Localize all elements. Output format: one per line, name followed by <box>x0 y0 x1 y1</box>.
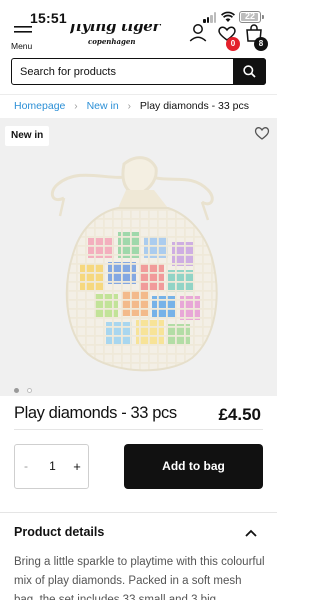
gallery-dot[interactable] <box>27 388 33 393</box>
gallery-pagination <box>14 380 36 393</box>
increase-quantity-button[interactable]: + <box>66 445 88 488</box>
decrease-quantity-button[interactable]: - <box>15 445 37 488</box>
breadcrumb-current: Play diamonds - 33 pcs <box>139 100 249 112</box>
signal-icon <box>203 12 217 23</box>
chevron-up-icon[interactable] <box>245 529 257 537</box>
menu-icon[interactable] <box>14 24 32 36</box>
menu-label[interactable]: Menu <box>11 41 32 51</box>
product-photo <box>50 156 218 372</box>
search-bar <box>11 58 266 85</box>
new-in-badge: New in <box>5 126 50 146</box>
quantity-value[interactable]: 1 <box>37 445 68 488</box>
logo-wordmark: flying tiger <box>70 24 161 35</box>
search-input[interactable] <box>20 62 230 81</box>
header-divider <box>0 94 277 95</box>
favourites-count-badge: 0 <box>226 37 240 51</box>
chevron-right-icon: › <box>74 101 78 112</box>
add-to-bag-button[interactable]: Add to bag <box>124 444 263 489</box>
divider <box>0 512 277 513</box>
logo-subline: copenhagen <box>88 37 136 46</box>
breadcrumb-homepage[interactable]: Homepage <box>14 100 65 112</box>
quantity-stepper: - 1 + <box>14 444 89 489</box>
product-details-text: Bring a little sparkle to playtime with … <box>14 556 265 600</box>
breadcrumb-new-in[interactable]: New in <box>87 100 119 112</box>
site-header: Menu flying tiger copenhagen 0 8 <box>0 24 277 54</box>
brand-logo[interactable]: flying tiger copenhagen <box>70 24 162 52</box>
breadcrumb: Homepage › New in › Play diamonds - 33 p… <box>14 100 249 114</box>
product-price: £4.50 <box>218 405 261 424</box>
bag-count-badge: 8 <box>254 37 268 51</box>
chevron-right-icon: › <box>127 101 131 112</box>
product-title: Play diamonds - 33 pcs <box>14 404 177 422</box>
search-icon <box>243 65 256 78</box>
user-icon[interactable] <box>189 24 207 44</box>
product-details-heading[interactable]: Product details <box>14 525 104 539</box>
divider <box>14 429 263 430</box>
battery-level: 22 <box>244 11 255 21</box>
gallery-dot-active[interactable] <box>14 388 19 393</box>
search-button[interactable] <box>233 58 266 85</box>
product-image-gallery[interactable]: New in <box>0 118 277 396</box>
battery-icon: 22 <box>239 11 261 23</box>
battery-tip <box>262 15 264 19</box>
heart-icon[interactable] <box>254 125 270 141</box>
wifi-icon <box>221 11 235 22</box>
